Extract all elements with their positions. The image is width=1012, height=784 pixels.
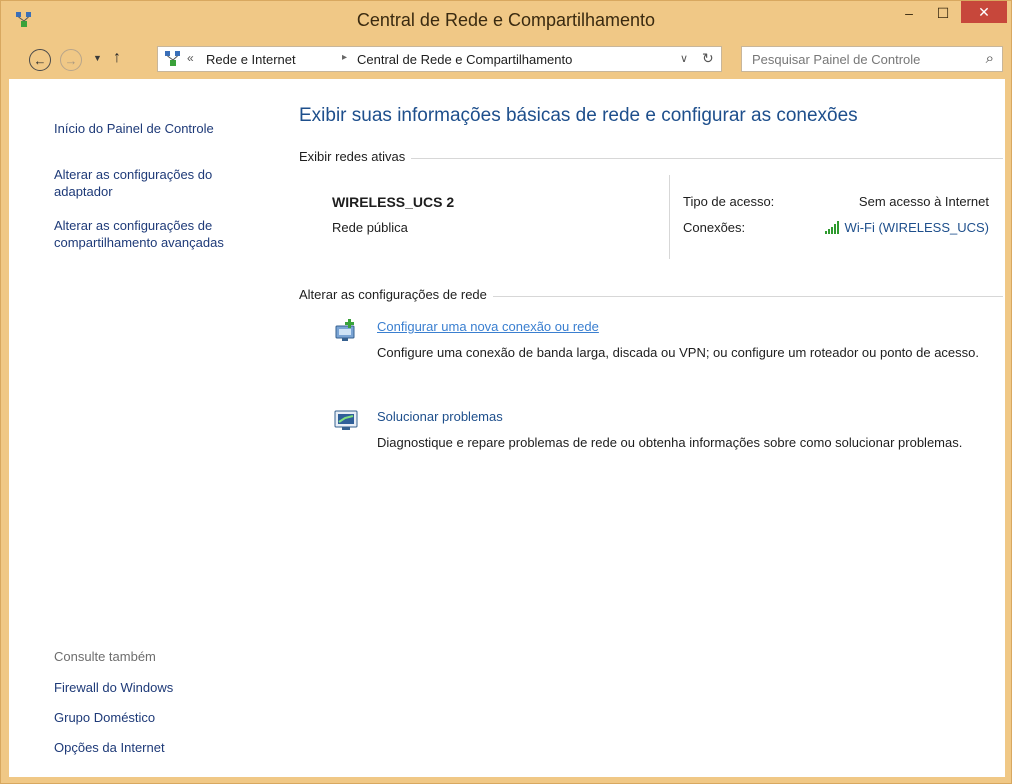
see-also-heading: Consulte também (54, 649, 156, 664)
setup-new-connection-link[interactable]: Configurar uma nova conexão ou rede (377, 319, 599, 334)
breadcrumb-separator-icon[interactable]: ▸ (342, 52, 347, 63)
network-details-divider (669, 175, 670, 259)
troubleshoot-icon[interactable] (333, 407, 359, 433)
back-button[interactable]: ← (29, 49, 51, 71)
see-also-homegroup-link[interactable]: Grupo Doméstico (54, 709, 155, 726)
adapter-settings-link[interactable]: Alterar as configurações do adaptador (54, 166, 264, 200)
connections-label: Conexões: (683, 220, 746, 235)
navigation-bar: ← → ▼ ↑ « Rede e Internet ▸ Central de R… (9, 39, 1005, 79)
active-networks-heading: Exibir redes ativas (299, 149, 412, 164)
left-pane: Início do Painel de Controle Alterar as … (9, 79, 289, 777)
network-location-icon (165, 51, 180, 66)
breadcrumb-rede-e-internet[interactable]: Rede e Internet (206, 52, 296, 67)
connection-wifi-label[interactable]: Wi-Fi (WIRELESS_UCS) (845, 220, 989, 235)
search-icon[interactable]: ⌕ (986, 50, 994, 67)
network-category-label: Rede pública (332, 220, 408, 235)
minimize-button[interactable]: – (892, 1, 926, 25)
see-also-internet-options-link[interactable]: Opções da Internet (54, 739, 165, 756)
new-connection-icon[interactable] (333, 318, 359, 344)
setup-new-connection-description: Configure uma conexão de banda larga, di… (377, 345, 980, 360)
wifi-signal-icon (824, 221, 839, 234)
maximize-button[interactable]: ☐ (926, 1, 960, 25)
network-name: WIRELESS_UCS 2 (332, 194, 455, 210)
address-bar[interactable]: « Rede e Internet ▸ Central de Rede e Co… (157, 46, 722, 72)
page-title: Exibir suas informações básicas de rede … (299, 105, 858, 126)
troubleshoot-problems-description: Diagnostique e repare problemas de rede … (377, 435, 963, 450)
breadcrumb-central-de-rede[interactable]: Central de Rede e Compartilhamento (357, 52, 572, 67)
up-button[interactable]: ↑ (113, 49, 121, 67)
recent-locations-icon[interactable]: ▼ (93, 53, 102, 63)
address-dropdown-icon[interactable]: ∨ (680, 52, 688, 65)
see-also-firewall-link[interactable]: Firewall do Windows (54, 679, 173, 696)
access-type-value: Sem acesso à Internet (858, 194, 989, 209)
search-placeholder: Pesquisar Painel de Controle (752, 52, 921, 67)
title-bar[interactable]: Central de Rede e Compartilhamento – ☐ ✕ (1, 1, 1011, 39)
content-area: Início do Painel de Controle Alterar as … (9, 79, 1005, 777)
window-title: Central de Rede e Compartilhamento (356, 10, 656, 30)
advanced-sharing-settings-link[interactable]: Alterar as configurações de compartilham… (54, 217, 274, 251)
troubleshoot-problems-link[interactable]: Solucionar problemas (377, 409, 503, 424)
network-sharing-center-window: Central de Rede e Compartilhamento – ☐ ✕… (0, 0, 1012, 784)
forward-button[interactable]: → (60, 49, 82, 71)
change-settings-heading: Alterar as configurações de rede (299, 287, 493, 302)
access-type-label: Tipo de acesso: (683, 194, 775, 209)
overflow-chevron-icon[interactable]: « (187, 51, 194, 65)
control-panel-home-link[interactable]: Início do Painel de Controle (54, 120, 214, 137)
refresh-icon[interactable]: ↻ (702, 50, 714, 67)
close-button[interactable]: ✕ (961, 1, 1007, 23)
connection-wifi-link[interactable]: Wi-Fi (WIRELESS_UCS) (824, 220, 989, 235)
search-input[interactable]: Pesquisar Painel de Controle ⌕ (741, 46, 1003, 72)
